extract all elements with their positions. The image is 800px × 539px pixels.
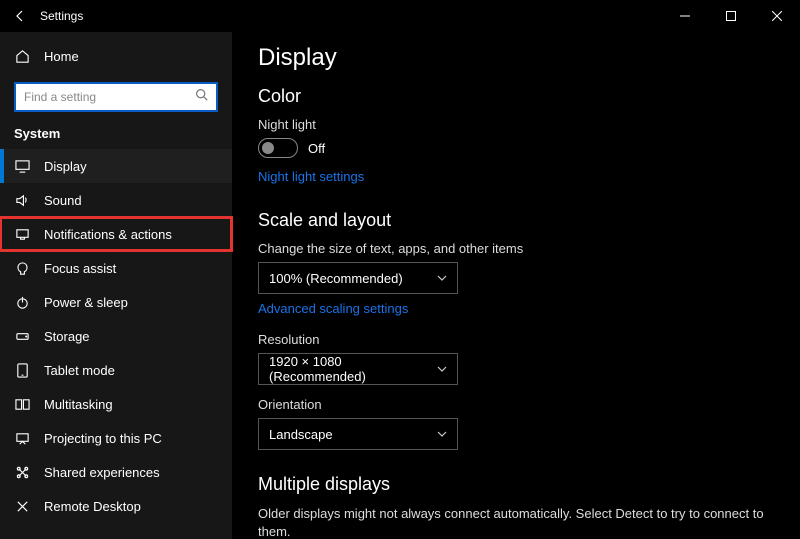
sidebar-item-label: Focus assist <box>44 261 116 276</box>
orientation-value: Landscape <box>269 427 333 442</box>
section-multiple-displays: Multiple displays <box>258 474 774 495</box>
text-size-dropdown[interactable]: 100% (Recommended) <box>258 262 458 294</box>
close-icon <box>772 11 782 21</box>
sidebar-item-label: Tablet mode <box>44 363 115 378</box>
night-light-toggle[interactable] <box>258 138 298 158</box>
night-light-label: Night light <box>258 117 774 132</box>
advanced-scaling-link[interactable]: Advanced scaling settings <box>258 301 408 316</box>
close-button[interactable] <box>754 0 800 32</box>
sidebar-group-header: System <box>0 122 232 149</box>
search-input[interactable] <box>24 90 195 104</box>
resolution-value: 1920 × 1080 (Recommended) <box>269 354 437 384</box>
resolution-label: Resolution <box>258 332 774 347</box>
sidebar-item-power[interactable]: Power & sleep <box>0 285 232 319</box>
sidebar-item-label: Sound <box>44 193 82 208</box>
minimize-button[interactable] <box>662 0 708 32</box>
sidebar-item-shared[interactable]: Shared experiences <box>0 455 232 489</box>
multiple-displays-body: Older displays might not always connect … <box>258 505 774 539</box>
orientation-label: Orientation <box>258 397 774 412</box>
sidebar-home[interactable]: Home <box>0 38 232 74</box>
sidebar-item-multitasking[interactable]: Multitasking <box>0 387 232 421</box>
orientation-dropdown[interactable]: Landscape <box>258 418 458 450</box>
content-pane: Display Color Night light Off Night ligh… <box>232 32 800 539</box>
storage-icon <box>14 329 30 344</box>
chevron-down-icon <box>437 427 447 442</box>
title-bar: Settings <box>0 0 800 32</box>
section-scale: Scale and layout <box>258 210 774 231</box>
sidebar-item-remote[interactable]: Remote Desktop <box>0 489 232 523</box>
sidebar-home-label: Home <box>44 49 79 64</box>
search-box[interactable] <box>14 82 218 112</box>
sidebar-item-notifications[interactable]: Notifications & actions <box>0 217 232 251</box>
search-icon <box>195 88 208 106</box>
power-icon <box>14 295 30 310</box>
sidebar-item-focus[interactable]: Focus assist <box>0 251 232 285</box>
text-size-label: Change the size of text, apps, and other… <box>258 241 774 256</box>
tablet-icon <box>14 363 30 378</box>
sidebar-item-label: Display <box>44 159 87 174</box>
chevron-down-icon <box>437 271 447 286</box>
sidebar-item-projecting[interactable]: Projecting to this PC <box>0 421 232 455</box>
sidebar-item-label: Notifications & actions <box>44 227 172 242</box>
projecting-icon <box>14 431 30 446</box>
shared-icon <box>14 465 30 480</box>
night-light-state: Off <box>308 141 325 156</box>
window-title: Settings <box>40 9 83 23</box>
page-title: Display <box>258 44 774 72</box>
sidebar: Home System Display Sound Notifications & … <box>0 32 232 539</box>
sidebar-item-label: Projecting to this PC <box>44 431 162 446</box>
maximize-button[interactable] <box>708 0 754 32</box>
remote-icon <box>14 499 30 514</box>
sidebar-item-label: Remote Desktop <box>44 499 141 514</box>
focus-icon <box>14 261 30 276</box>
home-icon <box>14 49 30 64</box>
sidebar-item-label: Shared experiences <box>44 465 160 480</box>
display-icon <box>14 159 30 174</box>
multitasking-icon <box>14 397 30 412</box>
sidebar-item-label: Power & sleep <box>44 295 128 310</box>
resolution-dropdown[interactable]: 1920 × 1080 (Recommended) <box>258 353 458 385</box>
text-size-value: 100% (Recommended) <box>269 271 403 286</box>
notifications-icon <box>14 227 30 242</box>
sidebar-item-sound[interactable]: Sound <box>0 183 232 217</box>
back-button[interactable] <box>8 9 32 23</box>
section-color: Color <box>258 86 774 107</box>
chevron-down-icon <box>437 362 447 377</box>
sidebar-item-label: Storage <box>44 329 90 344</box>
minimize-icon <box>680 11 690 21</box>
maximize-icon <box>726 11 736 21</box>
sidebar-item-storage[interactable]: Storage <box>0 319 232 353</box>
night-light-settings-link[interactable]: Night light settings <box>258 169 364 184</box>
sound-icon <box>14 193 30 208</box>
sidebar-item-display[interactable]: Display <box>0 149 232 183</box>
sidebar-item-tablet[interactable]: Tablet mode <box>0 353 232 387</box>
sidebar-item-label: Multitasking <box>44 397 113 412</box>
arrow-left-icon <box>13 9 27 23</box>
